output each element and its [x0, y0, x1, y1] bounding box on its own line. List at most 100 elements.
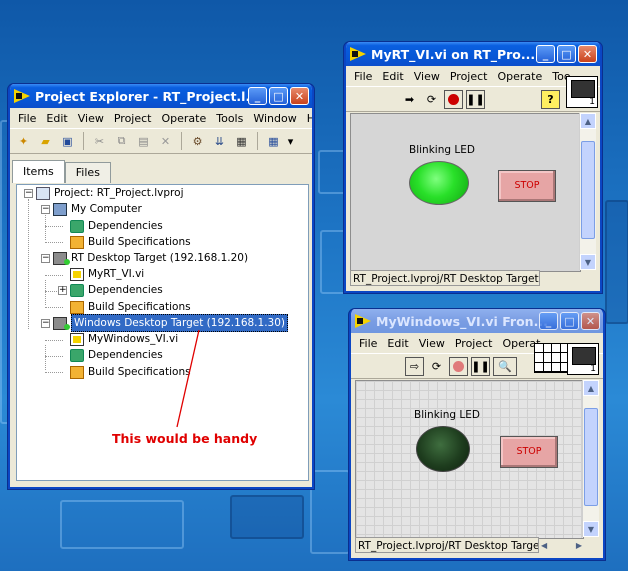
expand-toggle[interactable]: + [58, 286, 67, 295]
open-folder-icon[interactable]: ▰ [36, 132, 55, 151]
tree-item-dependencies[interactable]: Dependencies [70, 218, 163, 234]
rt-vi-window: MyRT_VI.vi on RT_Pro... _ □ ✕ File Edit … [344, 42, 602, 293]
scroll-thumb[interactable] [581, 141, 595, 239]
tree-item-my-computer[interactable]: My Computer [53, 201, 142, 217]
tree-item-myrt-vi[interactable]: MyRT_VI.vi [70, 266, 144, 282]
scroll-thumb[interactable] [584, 408, 598, 506]
scroll-up-arrow[interactable]: ▲ [583, 380, 599, 396]
build-icon[interactable]: ⚙ [188, 132, 207, 151]
close-button[interactable]: ✕ [581, 312, 600, 330]
collapse-toggle[interactable]: − [41, 319, 50, 328]
menu-project[interactable]: Project [445, 70, 493, 83]
build-spec-icon [70, 365, 84, 379]
menu-window[interactable]: Window [248, 112, 301, 125]
tree-item-dependencies[interactable]: Dependencies [70, 282, 163, 298]
vi-icon-pane[interactable]: 1 [567, 343, 599, 375]
project-tree: − − − − + Project: RT_Project.lvproj My … [16, 184, 309, 481]
menu-file[interactable]: File [354, 337, 382, 350]
menu-edit[interactable]: Edit [41, 112, 72, 125]
deploy-icon[interactable]: ⇊ [210, 132, 229, 151]
led-indicator [409, 161, 469, 205]
close-button[interactable]: ✕ [578, 45, 597, 63]
paste-icon[interactable]: ▤ [134, 132, 153, 151]
scroll-left-arrow[interactable]: ◀ [541, 541, 547, 550]
menu-file[interactable]: File [13, 112, 41, 125]
scroll-down-arrow[interactable]: ▼ [583, 521, 599, 537]
delete-icon[interactable]: ✕ [156, 132, 175, 151]
tree-item-mywindows-vi[interactable]: MyWindows_VI.vi [70, 331, 178, 347]
maximize-button[interactable]: □ [269, 87, 288, 105]
scroll-up-arrow[interactable]: ▲ [580, 113, 596, 129]
tree-line [45, 226, 63, 227]
abort-icon[interactable] [444, 89, 463, 109]
menu-project[interactable]: Project [450, 337, 498, 350]
maximize-button[interactable]: □ [557, 45, 576, 63]
collapse-toggle[interactable]: − [41, 254, 50, 263]
menu-operate[interactable]: Operate [492, 70, 547, 83]
tree-item-build-specifications[interactable]: Build Specifications [70, 234, 191, 250]
menu-operate[interactable]: Operate [156, 112, 211, 125]
rt-vi-titlebar[interactable]: MyRT_VI.vi on RT_Pro... _ □ ✕ [346, 42, 600, 66]
chevron-down-icon[interactable]: ▾ [286, 132, 295, 151]
menu-view[interactable]: View [414, 337, 450, 350]
save-icon[interactable]: ▣ [58, 132, 77, 151]
led-label: Blinking LED [414, 409, 480, 421]
new-icon[interactable]: ✦ [14, 132, 33, 151]
run-arrow-icon[interactable]: ⇨ [405, 356, 424, 376]
tree-item-label: RT Desktop Target (192.168.1.20) [71, 252, 249, 264]
connector-pane[interactable] [534, 343, 570, 373]
minimize-button[interactable]: _ [539, 312, 558, 330]
vi-icon-number: 1 [590, 364, 596, 374]
vertical-scrollbar[interactable]: ▲ ▼ [582, 380, 599, 537]
view-icon[interactable]: ▦ [264, 132, 283, 151]
tree-line [45, 345, 46, 370]
collapse-toggle[interactable]: − [24, 189, 33, 198]
tree-item-dependencies[interactable]: Dependencies [70, 347, 163, 363]
run-continuously-icon[interactable]: ⟳ [422, 90, 441, 109]
stop-button[interactable]: STOP [500, 436, 558, 468]
windows-vi-titlebar[interactable]: MyWindows_VI.vi Fron... _ □ ✕ [351, 309, 603, 333]
menu-help[interactable]: Hel [302, 112, 312, 125]
menu-edit[interactable]: Edit [382, 337, 413, 350]
close-button[interactable]: ✕ [290, 87, 309, 105]
menu-edit[interactable]: Edit [377, 70, 408, 83]
menu-tools[interactable]: Tools [211, 112, 248, 125]
stop-button[interactable]: STOP [498, 170, 556, 202]
abort-icon[interactable] [449, 356, 468, 376]
minimize-button[interactable]: _ [248, 87, 267, 105]
background-decoration [310, 470, 350, 554]
tree-item-project[interactable]: Project: RT_Project.lvproj [36, 185, 183, 201]
properties-icon[interactable]: ▦ [232, 132, 251, 151]
collapse-toggle[interactable]: − [41, 205, 50, 214]
tree-item-rt-desktop-target[interactable]: RT Desktop Target (192.168.1.20) [53, 250, 248, 266]
tab-items[interactable]: Items [12, 160, 65, 183]
tree-item-build-specifications[interactable]: Build Specifications [70, 364, 191, 380]
project-explorer-titlebar[interactable]: Project Explorer - RT_Project.l... _ □ ✕ [10, 84, 312, 108]
background-decoration [60, 500, 184, 549]
cut-icon[interactable]: ✂ [90, 132, 109, 151]
run-continuously-icon[interactable]: ⟳ [427, 357, 446, 376]
help-icon[interactable]: ? [541, 89, 560, 109]
tree-line [45, 307, 63, 308]
maximize-button[interactable]: □ [560, 312, 579, 330]
horizontal-scroll-arrows[interactable]: ◀ ▶ [541, 538, 582, 553]
tree-item-build-specifications[interactable]: Build Specifications [70, 299, 191, 315]
scroll-down-arrow[interactable]: ▼ [580, 254, 596, 270]
menu-project[interactable]: Project [109, 112, 157, 125]
scroll-right-arrow[interactable]: ▶ [576, 541, 582, 550]
tab-files[interactable]: Files [64, 162, 111, 183]
vi-icon-pane[interactable]: 1 [566, 76, 598, 108]
project-toolbar: ✦ ▰ ▣ ✂ ⧉ ▤ ✕ ⚙ ⇊ ▦ ▦ ▾ [10, 128, 312, 154]
tree-item-windows-desktop-target[interactable]: Windows Desktop Target (192.168.1.30) [53, 314, 288, 332]
minimize-button[interactable]: _ [536, 45, 555, 63]
menu-view[interactable]: View [73, 112, 109, 125]
menu-view[interactable]: View [409, 70, 445, 83]
pause-icon[interactable]: ❚❚ [466, 89, 485, 109]
copy-icon[interactable]: ⧉ [112, 132, 131, 151]
search-icon[interactable]: 🔍 [493, 356, 517, 376]
run-arrow-icon[interactable]: ➡ [400, 90, 419, 109]
vertical-scrollbar[interactable]: ▲ ▼ [579, 113, 596, 270]
pause-icon[interactable]: ❚❚ [471, 356, 490, 376]
menu-file[interactable]: File [349, 70, 377, 83]
front-panel: Blinking LED STOP [350, 113, 581, 272]
